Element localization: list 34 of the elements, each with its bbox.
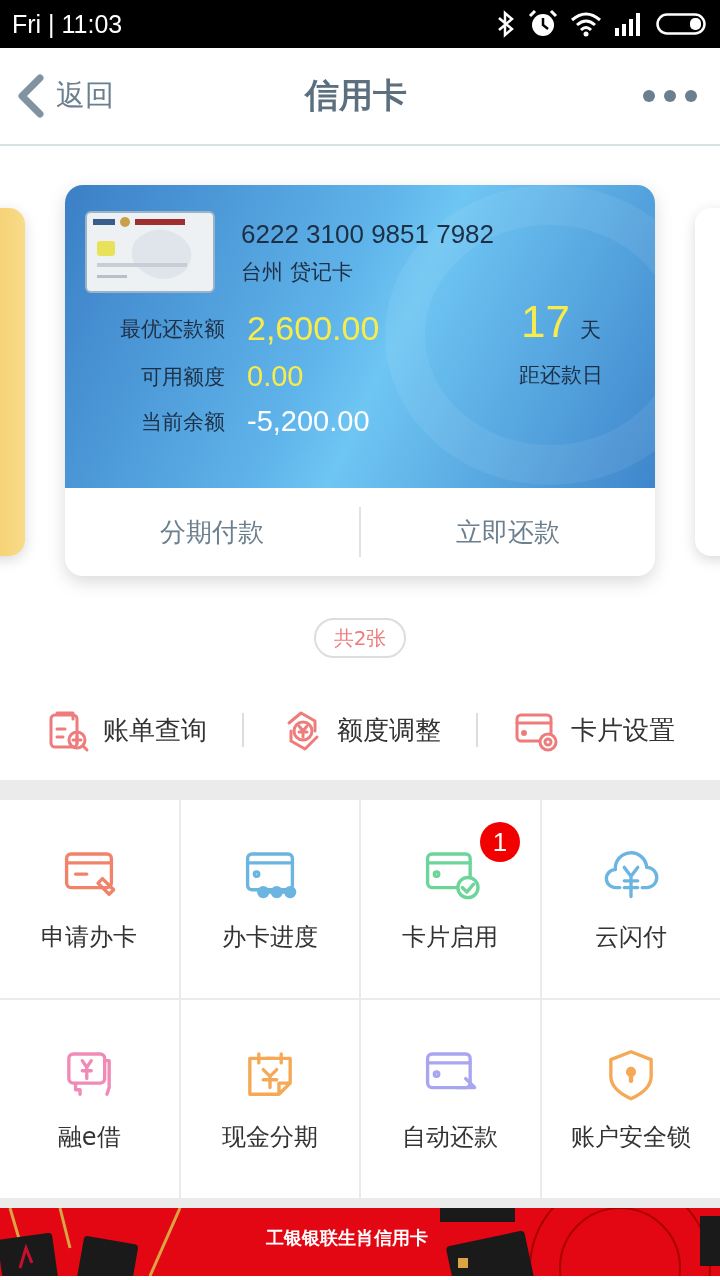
amount-label: 可用额度	[140, 363, 225, 391]
service-item[interactable]: 自动还款	[361, 1000, 540, 1198]
battery-icon	[656, 13, 706, 35]
due-label: 距还款日	[519, 362, 603, 389]
amount-value: 2,600.00	[247, 309, 380, 348]
amount-label: 当前余额	[140, 408, 225, 436]
more-icon[interactable]	[642, 89, 698, 103]
card-type: 台州 贷记卡	[241, 259, 354, 286]
service-item[interactable]: 申请办卡	[0, 800, 179, 998]
back-button[interactable]: 返回	[14, 73, 114, 119]
banner-title: 工银银联生肖信用卡	[266, 1226, 428, 1250]
repay-button[interactable]: 立即还款	[361, 506, 655, 558]
days-unit: 天	[579, 317, 601, 344]
service-item[interactable]: 现金分期	[180, 1000, 359, 1198]
service-item[interactable]: 融e借	[0, 1000, 179, 1198]
quick-action[interactable]: 额度调整	[244, 700, 476, 760]
service-item[interactable]: 办卡进度	[180, 800, 359, 998]
notification-badge: 1	[480, 822, 520, 862]
page-title: 信用卡	[305, 74, 407, 117]
quick-action[interactable]: 卡片设置	[478, 700, 710, 760]
amount-value: -5,200.00	[247, 405, 370, 438]
installment-button[interactable]: 分期付款	[65, 506, 359, 558]
amount-label: 最优还款额	[119, 315, 225, 343]
alarm-icon	[528, 9, 558, 39]
days-count: 17	[521, 297, 570, 347]
bluetooth-icon	[496, 10, 516, 38]
quick-action[interactable]: 账单查询	[10, 700, 242, 760]
service-item[interactable]: 云闪付	[541, 800, 720, 998]
card-number: 6222 3100 9851 7982	[241, 219, 495, 250]
wifi-icon	[570, 11, 602, 37]
amount-value: 0.00	[247, 360, 304, 393]
status-time: Fri | 11:03	[12, 9, 123, 39]
service-item[interactable]: 账户安全锁	[541, 1000, 720, 1198]
service-item[interactable]: 卡片启用 1	[361, 800, 540, 998]
